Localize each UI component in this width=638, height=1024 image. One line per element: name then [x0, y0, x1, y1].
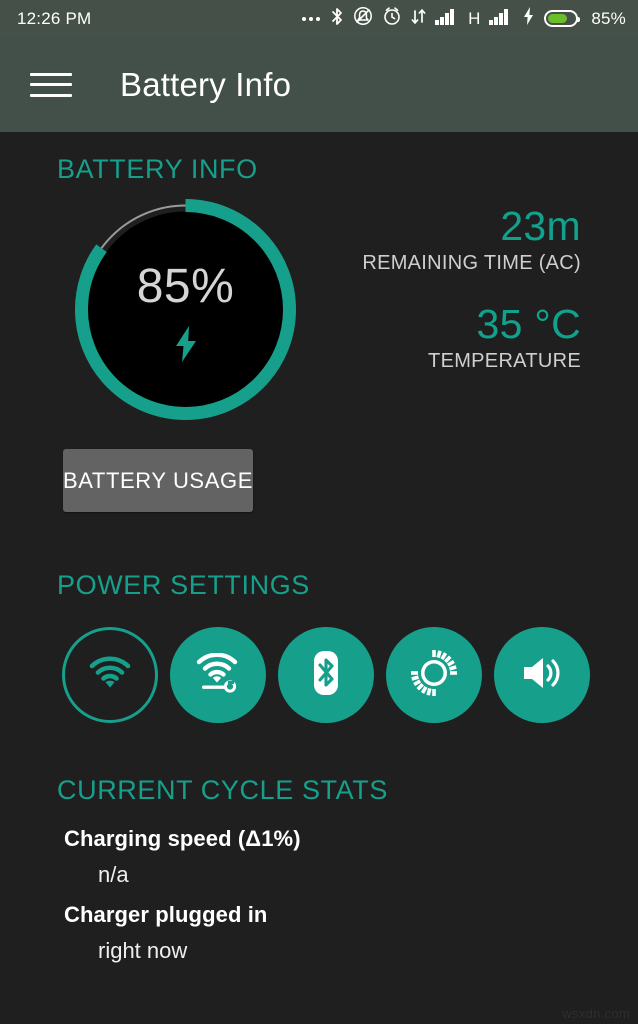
network-type-label: H [468, 9, 481, 28]
battery-gauge: 85% [73, 197, 298, 422]
wifi-icon [88, 655, 132, 695]
status-bar-icons: H 85% [302, 6, 626, 31]
gauge-center: 85% [73, 197, 298, 422]
status-bar-clock: 12:26 PM [17, 8, 92, 28]
volume-toggle[interactable] [494, 627, 590, 723]
bluetooth-toggle[interactable] [278, 627, 374, 723]
section-title-battery-info: BATTERY INFO [57, 154, 258, 184]
remaining-time-label: REMAINING TIME (AC) [362, 252, 581, 275]
more-dots-icon [302, 16, 321, 21]
battery-icon [544, 10, 581, 27]
brightness-toggle[interactable] [386, 627, 482, 723]
charger-plugged-in-key: Charger plugged in [64, 902, 268, 927]
section-title-power-settings: POWER SETTINGS [57, 570, 310, 600]
status-bar: 12:26 PM H 85% [0, 0, 638, 37]
wifi-toggle[interactable] [62, 627, 158, 723]
page-title: Battery Info [120, 65, 292, 103]
phone-screen: 12:26 PM H 85% Battery Info BATTERY INFO… [0, 0, 638, 1024]
stat-temperature: 35 °C TEMPERATURE [298, 301, 581, 373]
wifi-settings-toggle[interactable] [170, 627, 266, 723]
battery-usage-button[interactable]: BATTERY USAGE [63, 449, 253, 512]
battery-hero: 85% 23m REMAINING TIME (AC) 35 °C TEMPER… [0, 185, 638, 422]
battery-percent-label: 85% [591, 8, 626, 28]
volume-speaker-icon [520, 653, 564, 698]
list-item: Charger plugged in right now [64, 902, 638, 964]
alarm-icon [382, 6, 402, 31]
gauge-percent-label: 85% [136, 259, 235, 313]
watermark: wsxdn.com [562, 1006, 630, 1021]
cycle-stats-list: Charging speed (Δ1%) n/a Charger plugged… [0, 806, 638, 964]
section-title-cycle-stats: CURRENT CYCLE STATS [57, 775, 388, 805]
battery-stats: 23m REMAINING TIME (AC) 35 °C TEMPERATUR… [298, 197, 638, 373]
power-toggle-row [0, 623, 638, 727]
bluetooth-icon [309, 650, 343, 701]
stat-remaining-time: 23m REMAINING TIME (AC) [298, 203, 581, 275]
app-bar: Battery Info [0, 37, 638, 132]
charger-plugged-in-value: right now [98, 938, 188, 963]
charging-speed-key: Charging speed (Δ1%) [64, 826, 301, 851]
sun-brightness-icon [411, 649, 457, 701]
data-transfer-icon [411, 7, 426, 31]
charging-bolt-icon [522, 6, 535, 31]
signal-bars-sim1-icon [435, 7, 459, 30]
charging-speed-value: n/a [98, 862, 129, 887]
hamburger-menu-icon[interactable] [30, 68, 72, 102]
bluetooth-icon [330, 7, 344, 31]
main-content: BATTERY INFO 85% 23m REMAINING TIME (AC)… [0, 132, 638, 1024]
ringer-off-icon [353, 6, 373, 31]
temperature-label: TEMPERATURE [428, 350, 581, 373]
temperature-value: 35 °C [476, 301, 581, 348]
list-item: Charging speed (Δ1%) n/a [64, 826, 638, 888]
wifi-wrench-icon [194, 652, 242, 698]
lightning-bolt-icon [173, 325, 199, 363]
remaining-time-value: 23m [500, 203, 581, 249]
signal-bars-sim2-icon [489, 7, 513, 30]
